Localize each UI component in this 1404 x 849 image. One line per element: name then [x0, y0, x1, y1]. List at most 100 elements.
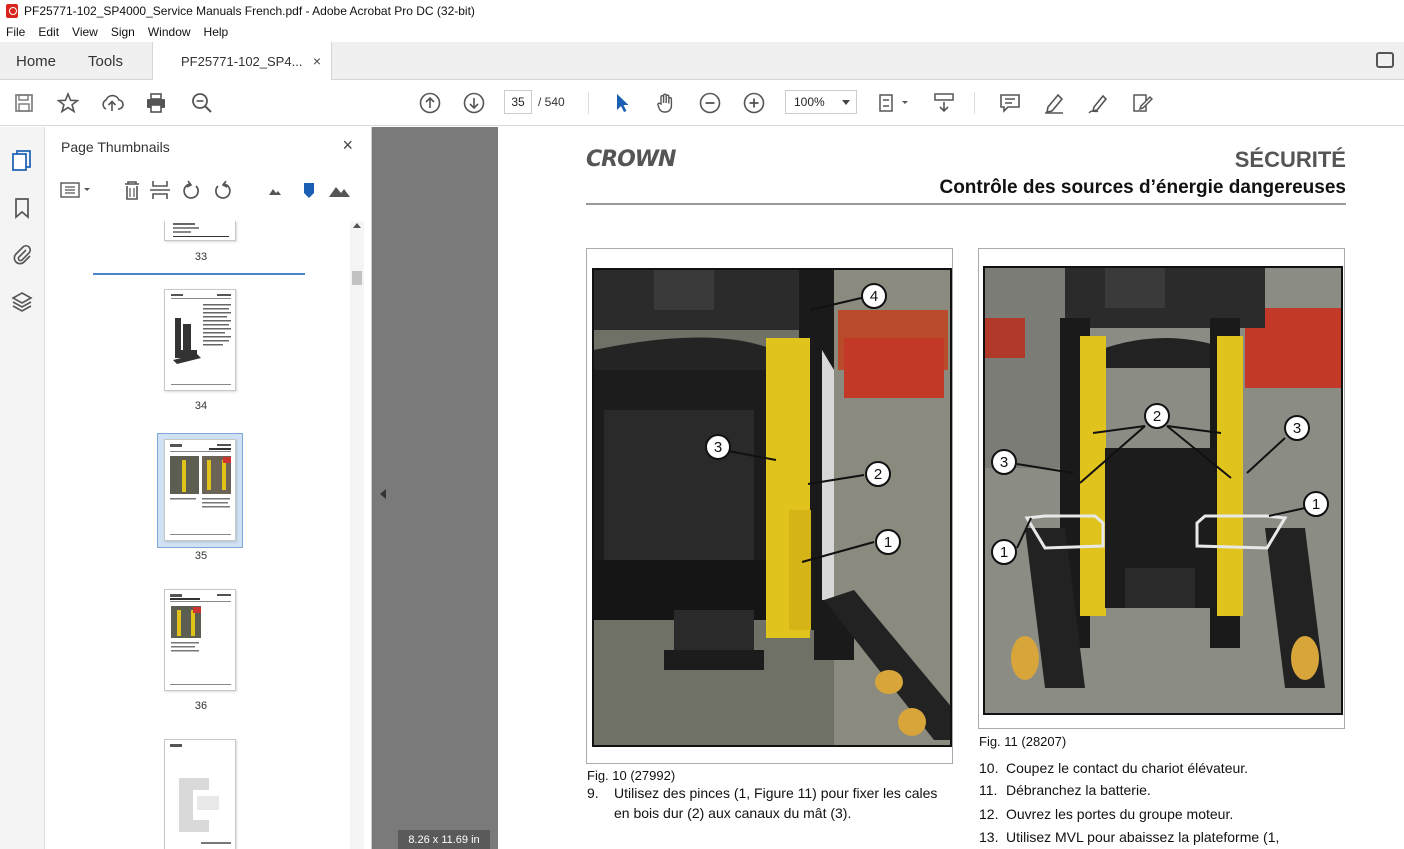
toolbar-divider — [588, 92, 589, 114]
next-page-icon[interactable] — [462, 91, 486, 115]
scroll-mode-icon[interactable] — [932, 91, 956, 115]
menu-file[interactable]: File — [6, 25, 25, 39]
section-subtitle: Contrôle des sources d’énergie dangereus… — [939, 177, 1346, 198]
figure-11-photo — [983, 266, 1343, 715]
print-icon[interactable] — [144, 91, 168, 115]
pdf-page: CROWN SÉCURITÉ Contrôle des sources d’én… — [498, 127, 1404, 849]
thumbnail-tools — [57, 177, 357, 203]
header-rule — [586, 203, 1346, 205]
hand-tool-icon[interactable] — [654, 91, 678, 115]
delete-page-icon[interactable] — [125, 181, 139, 200]
step-13-text: Utilisez MVL pour abaissez la plateforme… — [1006, 829, 1280, 845]
collapse-panel-icon[interactable] — [380, 489, 386, 499]
toolbar — [0, 80, 1404, 126]
menu-sign[interactable]: Sign — [111, 25, 135, 39]
upload-icon[interactable] — [100, 91, 124, 115]
page-thumbnails-icon[interactable] — [11, 149, 33, 171]
toolbar-divider — [974, 92, 975, 114]
step-10-text: Coupez le contact du chariot élévateur. — [1006, 760, 1249, 776]
step-12-number: 12. — [979, 806, 999, 822]
layers-icon[interactable] — [11, 291, 33, 313]
fig11-callout-1-right: 1 — [1303, 491, 1329, 517]
zoom-search-icon[interactable] — [190, 91, 214, 115]
thumbnail-label-35: 35 — [194, 550, 208, 562]
fig10-callout-1: 1 — [875, 529, 901, 555]
scroll-up-icon[interactable] — [353, 223, 361, 228]
figure-10-caption: Fig. 10 (27992) — [587, 768, 676, 783]
fit-page-icon[interactable] — [878, 91, 912, 115]
zoom-out-icon[interactable] — [698, 91, 722, 115]
menu-bar: File Edit View Sign Window Help — [0, 22, 1404, 42]
thumbnail-label-36: 36 — [194, 700, 208, 712]
save-icon[interactable] — [12, 91, 36, 115]
title-bar: PF25771-102_SP4000_Service Manuals Frenc… — [0, 0, 1404, 22]
step-11-text: Débranchez la batterie. — [1006, 782, 1151, 798]
rotate-left-icon[interactable] — [183, 180, 199, 199]
comment-icon[interactable] — [998, 91, 1022, 115]
zoom-value: 100% — [794, 95, 825, 109]
fig10-callout-3: 3 — [705, 434, 731, 460]
fig11-callout-2: 2 — [1144, 403, 1170, 429]
zoom-level-select[interactable]: 100% — [785, 90, 857, 114]
thumbnail-scrollbar[interactable] — [350, 221, 364, 849]
previous-page-icon[interactable] — [418, 91, 442, 115]
tab-document[interactable]: PF25771-102_SP4... × — [152, 42, 332, 81]
menu-view[interactable]: View — [72, 25, 98, 39]
document-gutter — [372, 127, 498, 849]
step-9-text: Utilisez des pinces (1, Figure 11) pour … — [614, 785, 938, 821]
edit-pdf-icon[interactable] — [1130, 91, 1154, 115]
extract-page-icon[interactable] — [150, 181, 170, 199]
panel-title: Page Thumbnails — [61, 139, 170, 155]
page-thumbnails-panel: Page Thumbnails × 33 34 35 36 — [45, 127, 372, 849]
close-panel-icon[interactable]: × — [342, 135, 353, 156]
navigation-rail — [0, 127, 45, 849]
tab-home[interactable]: Home — [16, 42, 56, 80]
page-size-indicator: 8.26 x 11.69 in — [398, 830, 490, 849]
zoom-in-icon[interactable] — [742, 91, 766, 115]
crown-logo: CROWN — [586, 147, 676, 172]
chevron-down-icon — [842, 100, 850, 105]
thumbnail-label-33: 33 — [194, 251, 208, 263]
acrobat-icon — [6, 4, 18, 18]
small-thumbnail-icon[interactable] — [269, 189, 281, 195]
window-title: PF25771-102_SP4000_Service Manuals Frenc… — [24, 4, 475, 18]
fig11-callout-1-left: 1 — [991, 539, 1017, 565]
attachment-icon[interactable] — [11, 243, 33, 265]
step-13-number: 13. — [979, 829, 999, 845]
close-tab-icon[interactable]: × — [313, 53, 321, 69]
draw-sign-icon[interactable] — [1086, 91, 1110, 115]
page-total: / 540 — [538, 95, 565, 109]
tab-bar: Home Tools PF25771-102_SP4... × — [0, 42, 1404, 81]
figure-11-caption: Fig. 11 (28207) — [979, 734, 1067, 749]
comment-panel-icon[interactable] — [1376, 52, 1394, 68]
star-icon[interactable] — [56, 91, 80, 115]
large-thumbnail-icon[interactable] — [329, 187, 350, 197]
step-10-number: 10. — [979, 760, 999, 776]
step-9-number: 9. — [587, 785, 599, 801]
menu-window[interactable]: Window — [148, 25, 191, 39]
menu-help[interactable]: Help — [204, 25, 229, 39]
select-cursor-icon[interactable] — [610, 91, 634, 115]
tab-tools[interactable]: Tools — [88, 42, 123, 80]
step-12-text: Ouvrez les portes du groupe moteur. — [1006, 806, 1234, 822]
thumbnail-label-34: 34 — [194, 400, 208, 412]
marker-icon[interactable] — [304, 183, 314, 198]
thumbnail-page-34[interactable] — [164, 289, 236, 391]
thumbnail-page-36[interactable] — [164, 589, 236, 691]
rotate-right-icon[interactable] — [215, 180, 231, 199]
insertion-marker — [93, 273, 305, 275]
scrollbar-thumb[interactable] — [352, 271, 362, 285]
highlight-pen-icon[interactable] — [1042, 91, 1066, 115]
fig10-callout-4: 4 — [861, 283, 887, 309]
thumbnail-page-33[interactable] — [164, 221, 236, 241]
fig11-callout-3-right: 3 — [1284, 415, 1310, 441]
thumbnail-page-35[interactable] — [164, 439, 236, 541]
bookmark-icon[interactable] — [11, 197, 33, 219]
step-11-number: 11. — [979, 782, 998, 798]
options-menu-icon[interactable] — [60, 182, 90, 198]
figure-10-photo — [592, 268, 952, 747]
page-number-input[interactable]: 35 — [504, 90, 532, 114]
menu-edit[interactable]: Edit — [38, 25, 59, 39]
fig10-callout-2: 2 — [865, 461, 891, 487]
thumbnail-page-37[interactable] — [164, 739, 236, 849]
